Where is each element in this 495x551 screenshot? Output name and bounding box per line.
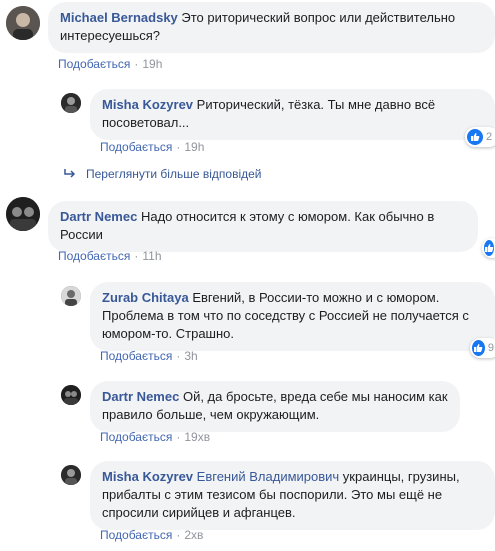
like-icon (472, 340, 485, 356)
reaction-badge[interactable]: 2 (465, 127, 495, 147)
comment-author[interactable]: Michael Bernadsky (60, 10, 178, 25)
reaction-count: 9 (487, 342, 494, 354)
comment-author[interactable]: Dartr Nemec (60, 209, 137, 224)
avatar-photo (61, 385, 81, 405)
like-button[interactable]: Подобається (100, 528, 172, 542)
more-replies-link[interactable]: Переглянути більше відповідей (64, 167, 261, 181)
avatar[interactable] (61, 286, 81, 306)
avatar[interactable] (6, 197, 40, 231)
avatar-photo (61, 465, 81, 485)
comment-actions: Подобається · 19хв (100, 430, 211, 444)
like-button[interactable]: Подобається (58, 57, 130, 71)
mention-link[interactable]: Евгений Владимирович (197, 469, 340, 484)
comment-author[interactable]: Misha Kozyrev (102, 97, 193, 112)
comment-actions: Подобається · 11h (58, 249, 162, 263)
comment-actions: Подобається · 2хв (100, 528, 204, 542)
comment-actions: Подобається · 19h (58, 57, 163, 71)
like-button[interactable]: Подобається (100, 430, 172, 444)
comment-actions: Подобається · 3h (100, 349, 198, 363)
comment-bubble: Dartr Nemec Надо относится к этому с юмо… (48, 201, 478, 252)
reaction-badge[interactable] (482, 238, 495, 258)
like-button[interactable]: Подобається (100, 349, 172, 363)
comment-time[interactable]: 19хв (184, 430, 210, 444)
avatar[interactable] (61, 385, 81, 405)
like-icon (484, 240, 494, 256)
comment-time[interactable]: 19h (142, 57, 162, 71)
reply-arrow-icon (64, 167, 76, 181)
like-button[interactable]: Подобається (58, 249, 130, 263)
comment-bubble: Zurab Chitaya Евгений, в России-то можно… (90, 282, 495, 351)
comment-actions: Подобається · 19h (100, 140, 205, 154)
comment-time[interactable]: 2хв (184, 528, 203, 542)
avatar[interactable] (61, 93, 81, 113)
comment-bubble: Misha Kozyrev Риторический, тёзка. Ты мн… (90, 89, 495, 140)
avatar-photo (6, 197, 40, 231)
comment-bubble: Michael Bernadsky Это риторический вопро… (48, 2, 495, 53)
avatar-photo (61, 93, 81, 113)
comment-bubble: Dartr Nemec Ой, да бросьте, вреда себе м… (90, 381, 460, 432)
avatar[interactable] (61, 465, 81, 485)
avatar[interactable] (6, 6, 40, 40)
comment-author[interactable]: Zurab Chitaya (102, 290, 189, 305)
reaction-badge[interactable]: 9 (470, 338, 495, 358)
comment-author[interactable]: Dartr Nemec (102, 389, 179, 404)
comment-time[interactable]: 3h (184, 349, 197, 363)
reaction-count: 2 (486, 131, 493, 143)
comment-time[interactable]: 19h (184, 140, 204, 154)
comment-author[interactable]: Misha Kozyrev (102, 469, 193, 484)
more-replies-label[interactable]: Переглянути більше відповідей (86, 167, 261, 181)
like-icon (467, 129, 483, 145)
comment-time[interactable]: 11h (142, 249, 161, 263)
like-button[interactable]: Подобається (100, 140, 172, 154)
avatar-photo (6, 6, 40, 40)
comment-bubble: Misha Kozyrev Евгений Владимирович украи… (90, 461, 495, 530)
avatar-photo (61, 286, 81, 306)
